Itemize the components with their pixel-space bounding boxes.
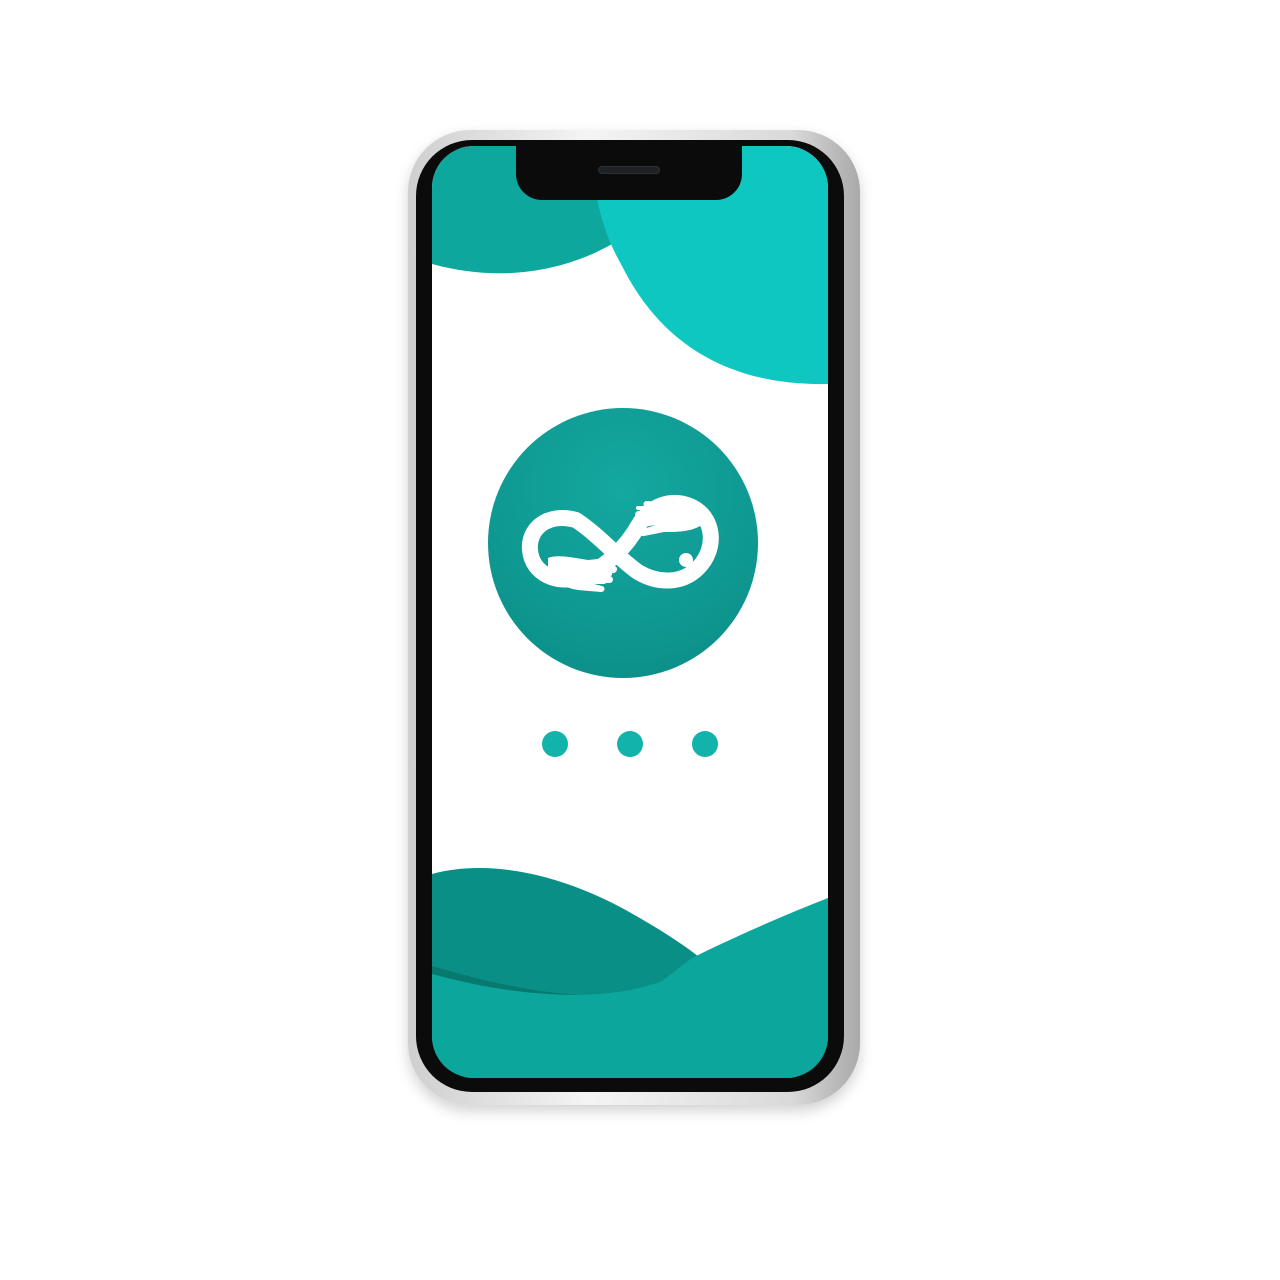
phone-screen — [432, 146, 828, 1078]
loading-dot — [692, 731, 718, 757]
loading-dots — [542, 730, 718, 758]
app-logo — [488, 408, 758, 678]
stage — [0, 0, 1280, 1280]
loading-dot — [542, 731, 568, 757]
loading-dot — [617, 731, 643, 757]
speaker-grille — [598, 166, 660, 174]
camera-notch — [516, 146, 742, 200]
infinity-hands-icon — [521, 494, 719, 592]
